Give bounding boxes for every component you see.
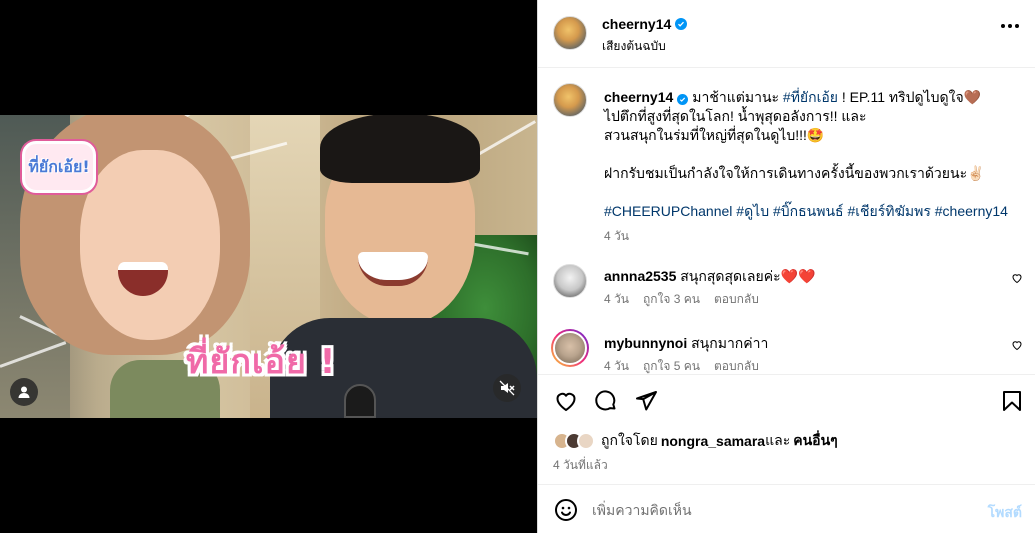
- comment-avatar[interactable]: [553, 264, 587, 298]
- heart-icon[interactable]: [1011, 339, 1023, 351]
- comment-input[interactable]: [592, 498, 962, 522]
- story-ring[interactable]: [551, 329, 589, 367]
- liked-by-others[interactable]: คนอื่นๆ: [793, 430, 837, 452]
- emoji-icon[interactable]: [554, 498, 578, 522]
- caption-text: cheerny14 มาช้าแต่มานะ #ที่ยักเอ้ย ! EP.1…: [604, 88, 1024, 246]
- header-username[interactable]: cheerny14: [602, 16, 671, 32]
- caption-line: cheerny14 มาช้าแต่มานะ #ที่ยักเอ้ย ! EP.1…: [604, 88, 1024, 107]
- ellipsis-icon[interactable]: [1001, 24, 1019, 28]
- comment-bubble-icon[interactable]: [594, 389, 618, 413]
- man-hair: [320, 115, 480, 183]
- caption-avatar[interactable]: [553, 83, 587, 117]
- post-modal: ที่ยักเอ้ย! ที่ยักเอ้ย ! cheerny14 เสียง…: [0, 0, 1035, 533]
- liked-by-prefix: ถูกใจโดย: [601, 432, 658, 448]
- heart-icon[interactable]: [554, 389, 578, 413]
- paper-plane-icon[interactable]: [634, 389, 658, 413]
- caption-time[interactable]: 4 วัน: [604, 227, 1024, 246]
- comment-meta: 4 วัน ถูกใจ 5 คน ตอบกลับ: [604, 357, 759, 374]
- comment-username[interactable]: mybunnynoi: [604, 335, 687, 351]
- user-tag-icon[interactable]: [10, 378, 38, 406]
- heart-icon[interactable]: [1011, 272, 1023, 284]
- comment-time[interactable]: 4 วัน: [604, 290, 629, 309]
- post-header: cheerny14 เสียงต้นฉบับ: [538, 0, 1035, 68]
- liked-by-mid: และ: [765, 432, 791, 448]
- comment-likes[interactable]: ถูกใจ 5 คน: [643, 357, 700, 374]
- comments-scroll-area[interactable]: cheerny14 มาช้าแต่มานะ #ที่ยักเอ้ย ! EP.1…: [538, 69, 1035, 374]
- comment-username[interactable]: annna2535: [604, 268, 676, 284]
- caption-line1-post: ! EP.11 ทริปดูไบดูใจ🤎: [838, 89, 982, 105]
- caption-username[interactable]: cheerny14: [604, 89, 673, 105]
- comment-body: สนุกสุดสุดเลยค่ะ❤️❤️: [680, 268, 816, 284]
- header-name-row: cheerny14: [602, 16, 688, 32]
- caption-line2: ไปตึกที่สูงที่สุดในโลก! น้ำพุสุดอลังการ!…: [604, 108, 867, 124]
- comment-likes[interactable]: ถูกใจ 3 คน: [643, 290, 700, 309]
- comment-reply[interactable]: ตอบกลับ: [714, 357, 759, 374]
- watch-overlay: [344, 384, 376, 418]
- comment-text: annna2535 สนุกสุดสุดเลยค่ะ❤️❤️: [604, 266, 815, 288]
- comment-item: annna2535 สนุกสุดสุดเลยค่ะ❤️❤️ 4 วัน ถูก…: [553, 264, 1023, 324]
- add-comment-bar: โพสต์: [538, 484, 1035, 533]
- caption-line1-pre: มาช้าแต่มานะ: [692, 89, 783, 105]
- caption-line4: ฝากรับชมเป็นกำลังใจให้การเดินทางครั้งนี้…: [604, 165, 985, 181]
- comment-item: mybunnynoi สนุกมากค่าา 4 วัน ถูกใจ 5 คน …: [551, 329, 1023, 374]
- speaker-muted-icon[interactable]: [493, 374, 521, 402]
- liker-avatars[interactable]: [553, 432, 595, 450]
- comment-body: สนุกมากค่าา: [691, 335, 769, 351]
- caption-line3: สวนสนุกในร่มที่ใหญ่ที่สุดในดูไบ!!!🤩: [604, 127, 825, 143]
- reel-video[interactable]: ที่ยักเอ้ย! ที่ยักเอ้ย !: [0, 115, 537, 418]
- show-logo-text: ที่ยักเอ้ย!: [28, 157, 90, 176]
- comment-avatar: [553, 331, 587, 365]
- comment-time[interactable]: 4 วัน: [604, 357, 629, 374]
- caption-hashtags[interactable]: #CHEERUPChannel #ดูไบ #บิ๊กธนพนธ์ #เชียร…: [604, 202, 1024, 221]
- verified-badge-icon: [677, 94, 689, 105]
- comment-text: mybunnynoi สนุกมากค่าา: [604, 333, 768, 355]
- bookmark-icon[interactable]: [1000, 389, 1024, 413]
- avatar: [577, 432, 595, 450]
- post-side-panel: cheerny14 เสียงต้นฉบับ cheerny14 มาช้าแต่…: [537, 0, 1035, 533]
- original-audio-link[interactable]: เสียงต้นฉบับ: [602, 37, 666, 56]
- avatar[interactable]: [553, 16, 587, 50]
- caption-hashtag-link[interactable]: #ที่ยักเอ้ย: [783, 89, 838, 105]
- liked-by-user[interactable]: nongra_samara: [661, 433, 765, 449]
- media-pane: ที่ยักเอ้ย! ที่ยักเอ้ย !: [0, 0, 537, 533]
- post-timestamp[interactable]: 4 วันที่แล้ว: [553, 456, 608, 475]
- video-overlay-title: ที่ยักเอ้ย !: [186, 342, 337, 382]
- verified-badge-icon: [675, 18, 688, 30]
- show-logo: ที่ยักเอ้ย!: [22, 141, 96, 193]
- comment-reply[interactable]: ตอบกลับ: [714, 290, 759, 309]
- liked-by-row: ถูกใจโดย nongra_samara และ คนอื่นๆ: [553, 428, 838, 454]
- comment-meta: 4 วัน ถูกใจ 3 คน ตอบกลับ: [604, 290, 759, 309]
- woman-face: [80, 150, 220, 340]
- post-actions-bar: [538, 374, 1035, 426]
- post-comment-button[interactable]: โพสต์: [988, 502, 1022, 524]
